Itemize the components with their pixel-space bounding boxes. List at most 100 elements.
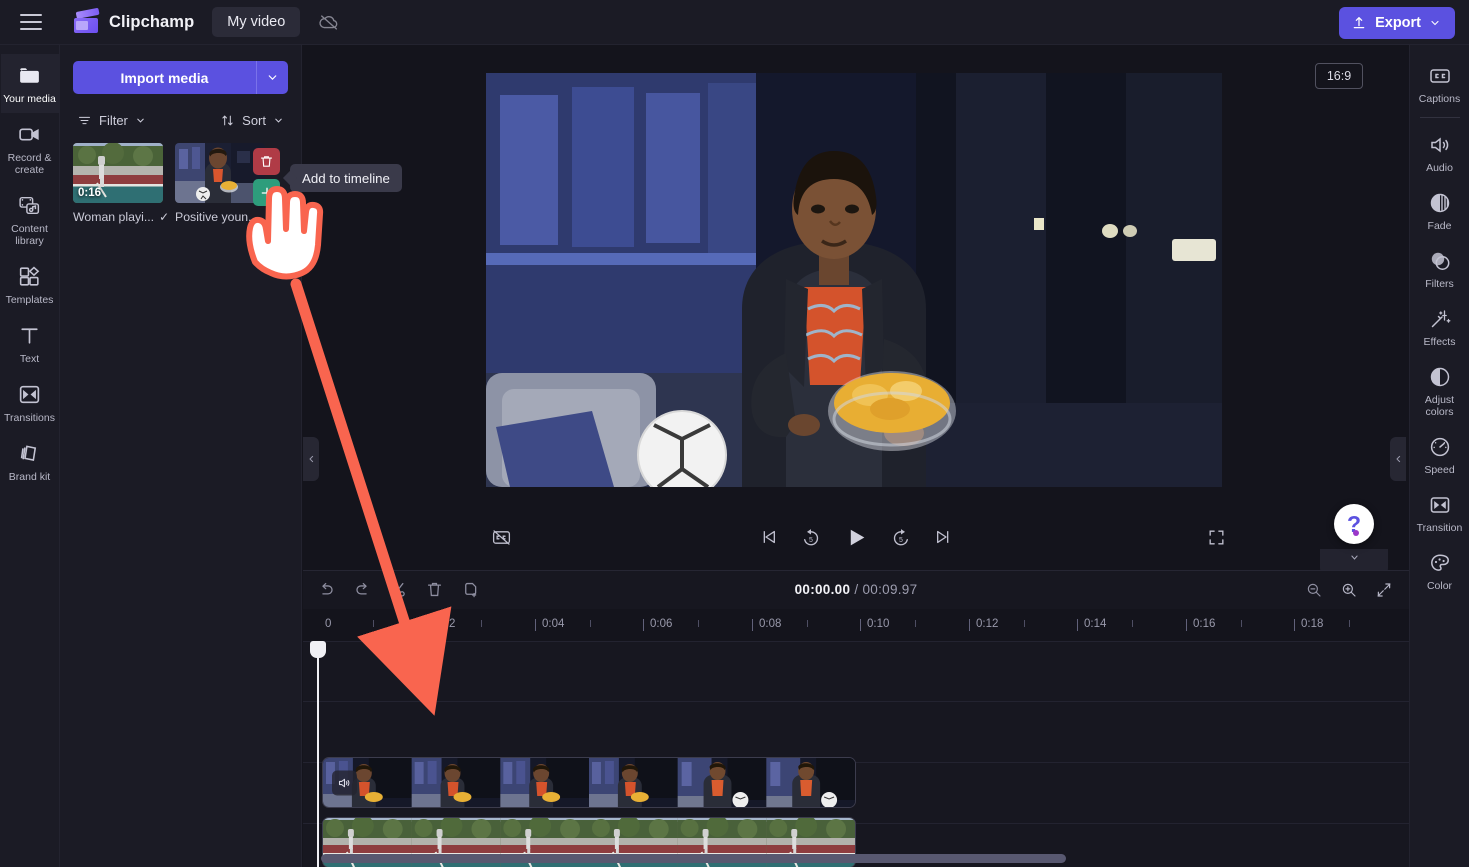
- cloud-off-icon[interactable]: [314, 7, 344, 37]
- filter-button[interactable]: Filter: [77, 113, 146, 128]
- sort-button[interactable]: Sort: [220, 113, 284, 128]
- import-media-button[interactable]: Import media: [73, 61, 256, 94]
- tool-label: Speed: [1424, 464, 1455, 476]
- sidebar-item-transitions[interactable]: Transitions: [1, 373, 59, 432]
- clip-audio-icon[interactable]: [332, 770, 357, 795]
- media-grid: 0:16 Woman playi... ✓ Positive youn...: [73, 143, 288, 224]
- media-name-row: Positive youn...: [175, 210, 265, 224]
- collapse-media-panel-button[interactable]: [303, 437, 319, 481]
- fit-to-screen-icon: [1377, 582, 1391, 597]
- video-camera-icon: [19, 128, 39, 141]
- filter-label: Filter: [99, 113, 128, 128]
- playhead-handle[interactable]: [310, 641, 326, 658]
- trash-icon: [260, 156, 273, 167]
- rewind-5-icon[interactable]: 5: [801, 527, 822, 548]
- brand-name: Clipchamp: [109, 12, 195, 31]
- timeline-playhead[interactable]: [310, 641, 326, 867]
- sidebar-label: Text: [19, 353, 40, 365]
- aspect-ratio-button[interactable]: 16:9: [1315, 63, 1363, 89]
- forward-5-icon[interactable]: 5: [891, 527, 912, 548]
- tool-fade[interactable]: Fade: [1411, 182, 1469, 240]
- media-item[interactable]: 0:16 Woman playi... ✓: [73, 143, 169, 224]
- video-preview[interactable]: [486, 73, 1222, 487]
- hamburger-menu-icon[interactable]: [8, 0, 54, 45]
- plus-icon: [261, 187, 272, 198]
- time-separator: /: [854, 582, 859, 597]
- tool-label: Effects: [1423, 336, 1456, 348]
- video-preview-frame: [486, 73, 1222, 487]
- tool-label: Captions: [1418, 93, 1461, 105]
- media-panel: Import media Filter Sort 0:16 Woman play…: [60, 45, 302, 867]
- sidebar-item-brand-kit[interactable]: Brand kit: [1, 432, 59, 491]
- sidebar-item-text[interactable]: Text: [1, 314, 59, 373]
- import-media-dropdown[interactable]: [256, 61, 288, 94]
- ruler-tick: 0: [325, 618, 332, 630]
- folder-icon: [20, 68, 39, 83]
- media-thumbnail[interactable]: [175, 143, 265, 203]
- filter-icon: [78, 116, 91, 125]
- delete-media-button[interactable]: [253, 148, 280, 175]
- redo-button[interactable]: [353, 580, 372, 599]
- brand-kit-icon: [20, 445, 37, 461]
- fullscreen-icon[interactable]: [1207, 528, 1226, 547]
- skip-to-start-icon[interactable]: [759, 527, 779, 547]
- project-title[interactable]: My video: [212, 7, 301, 37]
- sidebar-item-your-media[interactable]: Your media: [0, 54, 59, 113]
- play-button[interactable]: [844, 525, 869, 550]
- filter-sort-row: Filter Sort: [73, 113, 288, 128]
- timeline-horizontal-scrollbar[interactable]: [321, 854, 1066, 863]
- sidebar-label: Transitions: [4, 412, 55, 424]
- tool-label: Fade: [1427, 220, 1452, 232]
- skip-to-end-icon[interactable]: [934, 527, 954, 547]
- tool-filters[interactable]: Filters: [1411, 240, 1469, 298]
- ruler-half-tick: [1349, 620, 1350, 627]
- clip-thumbnail-strip: [323, 758, 855, 807]
- tool-adjust-colors[interactable]: Adjust colors: [1411, 356, 1469, 426]
- tool-label: Audio: [1426, 162, 1453, 174]
- sidebar-item-record-create[interactable]: Record & create: [1, 113, 59, 184]
- tool-color[interactable]: Color: [1411, 542, 1469, 600]
- timeline-clip[interactable]: [322, 757, 856, 808]
- add-to-timeline-tooltip: Add to timeline: [290, 164, 402, 192]
- sidebar-item-templates[interactable]: Templates: [1, 255, 59, 314]
- fit-to-screen-button[interactable]: [1375, 581, 1393, 599]
- zoom-in-button[interactable]: [1340, 581, 1358, 599]
- sidebar-item-content-library[interactable]: Content library: [1, 184, 59, 255]
- divider: [1419, 117, 1460, 118]
- sidebar-label: Content library: [11, 223, 48, 247]
- media-item[interactable]: Positive youn...: [175, 143, 280, 224]
- media-thumbnail[interactable]: 0:16: [73, 143, 163, 203]
- help-button[interactable]: ?: [1334, 504, 1374, 544]
- add-to-timeline-button[interactable]: [253, 179, 280, 206]
- collapse-right-panel-button[interactable]: [1390, 437, 1406, 481]
- ruler-half-tick: [1241, 620, 1242, 627]
- transport-controls: 5 5: [759, 525, 954, 550]
- duplicate-button[interactable]: [461, 580, 480, 599]
- timeline-ruler[interactable]: 0 0:02 0:04 0:06 0:08 0:10 0:12 0:14 0:1…: [303, 609, 1409, 641]
- undo-icon: [322, 582, 333, 595]
- ruler-tick: 0:08: [751, 618, 782, 631]
- zoom-out-button[interactable]: [1305, 581, 1323, 599]
- media-name: Positive youn...: [175, 210, 259, 224]
- delete-button[interactable]: [425, 580, 444, 599]
- captions-off-icon[interactable]: [491, 527, 512, 548]
- man-thumbnail-image: [175, 143, 265, 203]
- tool-speed[interactable]: Speed: [1411, 426, 1469, 484]
- media-name-row: Woman playi... ✓: [73, 210, 169, 224]
- ruler-tick: 0:14: [1076, 618, 1107, 631]
- export-button[interactable]: Export: [1339, 7, 1455, 39]
- sidebar-label: Record & create: [7, 152, 52, 176]
- split-button[interactable]: [389, 580, 408, 599]
- svg-text:5: 5: [899, 536, 903, 543]
- speaker-icon: [1430, 137, 1448, 153]
- undo-button[interactable]: [317, 580, 336, 599]
- timeline-edit-tools: [317, 580, 480, 599]
- clipchamp-editor: Clipchamp My video Export Your media Rec…: [0, 0, 1469, 867]
- tool-effects[interactable]: Effects: [1411, 298, 1469, 356]
- chevron-left-icon: [308, 455, 313, 463]
- tool-transition[interactable]: Transition: [1411, 484, 1469, 542]
- scissors-icon: [391, 582, 405, 597]
- tool-captions[interactable]: Captions: [1411, 55, 1469, 113]
- tool-audio[interactable]: Audio: [1411, 124, 1469, 182]
- left-navigation-rail: Your media Record & create Content libra…: [0, 45, 60, 867]
